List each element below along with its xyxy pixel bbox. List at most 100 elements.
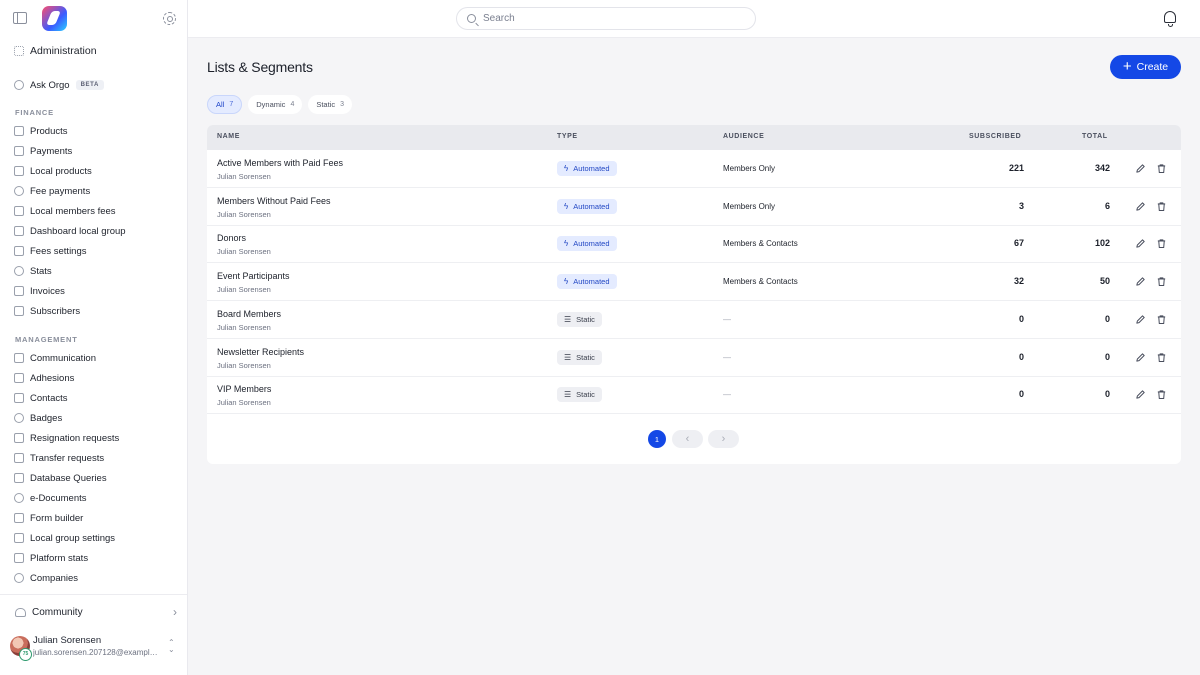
sidebar-item-local-products[interactable]: Local products: [14, 163, 92, 179]
search-input[interactable]: [483, 13, 733, 24]
sidebar-item-badges[interactable]: Badges: [14, 410, 62, 426]
table-row[interactable]: Event Participants Julian Sorensen ϟ Automa…: [207, 263, 1181, 302]
user-menu[interactable]: 75 Julian Sorensen julian.sorensen.20712…: [10, 632, 180, 662]
grid-icon: [14, 46, 24, 56]
sidebar-item-local-members-fees[interactable]: Local members fees: [14, 203, 116, 219]
next-page-button[interactable]: ›: [708, 430, 739, 448]
sidebar-item-community[interactable]: Community ›: [15, 604, 177, 620]
sidebar-item-products[interactable]: Products: [14, 123, 68, 139]
sidebar-item-label: Fee payments: [30, 185, 91, 197]
list-name[interactable]: Newsletter Recipients: [217, 347, 304, 357]
edit-icon[interactable]: [1135, 276, 1146, 287]
filter-tab-count: 4: [290, 101, 295, 108]
table-row[interactable]: Donors Julian Sorensen ϟ Automated Members &…: [207, 225, 1181, 264]
trash-icon[interactable]: [1156, 314, 1167, 325]
sidebar-item-subscribers[interactable]: Subscribers: [14, 303, 80, 319]
filter-tab-dynamic[interactable]: Dynamic 4: [248, 95, 303, 114]
subscribed-count: 221: [1008, 163, 1024, 173]
orgo-logo[interactable]: [42, 6, 67, 31]
sidebar-item-fee-payments[interactable]: Fee payments: [14, 183, 90, 199]
column-header-subscribed[interactable]: SUBSCRIBED: [969, 133, 1021, 140]
create-button[interactable]: + Create: [1110, 55, 1181, 79]
filter-tab-static[interactable]: Static 3: [308, 95, 353, 114]
sidebar-item-label: Transfer requests: [30, 452, 105, 464]
audience-value: Members Only: [723, 164, 776, 173]
sidebar-item-label: Products: [30, 125, 68, 137]
trash-icon[interactable]: [1156, 238, 1167, 249]
total-count: 102: [1094, 238, 1110, 249]
type-badge-label: Automated: [573, 277, 610, 287]
communication-icon: [14, 353, 24, 363]
sidebar-item-resignation-requests[interactable]: Resignation requests: [14, 430, 119, 446]
sidebar-item-local-group-settings[interactable]: Local group settings: [14, 530, 115, 546]
column-header-audience[interactable]: AUDIENCE: [723, 133, 764, 140]
badges-icon: [14, 413, 24, 423]
trash-icon[interactable]: [1156, 389, 1167, 400]
gear-icon[interactable]: [163, 12, 176, 25]
type-badge: ☰ Static: [557, 311, 602, 327]
list-name[interactable]: VIP Members: [217, 384, 271, 394]
sidebar-item-e-documents[interactable]: e-Documents: [14, 490, 87, 506]
prev-page-button[interactable]: ‹: [672, 430, 703, 448]
sidebar-item-contacts[interactable]: Contacts: [14, 390, 68, 406]
trash-icon[interactable]: [1156, 163, 1167, 174]
column-header-name[interactable]: NAME: [217, 133, 240, 140]
sidebar-item-label: Payments: [30, 145, 73, 157]
sidebar-item-label: Fees settings: [30, 245, 87, 257]
trash-icon[interactable]: [1156, 352, 1167, 363]
filter-tab-label: Dynamic: [256, 100, 286, 109]
avatar-status-badge: 75: [19, 648, 32, 661]
user-email: julian.sorensen.207128@example.com: [33, 648, 161, 657]
sidebar-item-form-builder[interactable]: Form builder: [14, 510, 83, 526]
sidebar-item-communication[interactable]: Communication: [14, 350, 96, 366]
adhesions-icon: [14, 373, 24, 383]
page-number-button[interactable]: 1: [648, 430, 666, 448]
edit-icon[interactable]: [1135, 389, 1146, 400]
total-count: 0: [1104, 313, 1110, 324]
table-row[interactable]: Newsletter Recipients Julian Sorensen ☰ Sta…: [207, 339, 1181, 377]
sidebar-item-label: e-Documents: [30, 492, 87, 504]
sidebar-item-companies[interactable]: Companies: [14, 570, 78, 586]
table-row[interactable]: VIP Members Julian Sorensen ☰ Static — 0 0: [207, 376, 1181, 415]
list-name[interactable]: Members Without Paid Fees: [217, 196, 331, 206]
sidebar-item-dashboard-local-group[interactable]: Dashboard local group: [14, 223, 126, 239]
sidebar-item-label: Local group settings: [30, 532, 116, 544]
edit-icon[interactable]: [1135, 314, 1146, 325]
list-name[interactable]: Board Members: [217, 309, 281, 319]
subscribed-count: 0: [1018, 351, 1024, 362]
column-header-total[interactable]: TOTAL: [1082, 133, 1108, 140]
sidebar-item-adhesions[interactable]: Adhesions: [14, 370, 74, 386]
filter-tab-all[interactable]: All 7: [207, 95, 243, 114]
table-row[interactable]: Active Members with Paid Fees Julian Sore…: [207, 150, 1181, 188]
form-builder-icon: [14, 513, 24, 523]
sidebar-toggle-icon[interactable]: [13, 12, 27, 24]
sidebar-item-platform-stats[interactable]: Platform stats: [14, 550, 88, 566]
sidebar-item-administration[interactable]: Administration: [14, 43, 97, 59]
edit-icon[interactable]: [1135, 238, 1146, 249]
edit-icon[interactable]: [1135, 201, 1146, 212]
list-owner: Julian Sorensen: [217, 172, 271, 181]
sidebar-item-fees-settings[interactable]: Fees settings: [14, 243, 87, 259]
search-bar[interactable]: [456, 7, 756, 30]
column-header-type[interactable]: TYPE: [557, 133, 578, 140]
top-bar: [188, 0, 1200, 38]
sidebar-item-invoices[interactable]: Invoices: [14, 283, 65, 299]
sidebar-item-payments[interactable]: Payments: [14, 143, 72, 159]
sidebar-item-database-queries[interactable]: Database Queries: [14, 470, 107, 486]
bell-icon[interactable]: [1164, 11, 1176, 27]
list-owner: Julian Sorensen: [217, 360, 271, 370]
list-name[interactable]: Event Participants: [217, 271, 290, 281]
table-row[interactable]: Members Without Paid Fees Julian Sorensen…: [207, 188, 1181, 226]
sidebar-item-stats[interactable]: Stats: [14, 263, 52, 279]
sidebar-item-transfer-requests[interactable]: Transfer requests: [14, 450, 104, 466]
trash-icon[interactable]: [1156, 201, 1167, 212]
trash-icon[interactable]: [1156, 276, 1167, 287]
sidebar-item-ask-orgo[interactable]: Ask Orgo BETA: [14, 77, 104, 93]
table-row[interactable]: Board Members Julian Sorensen ☰ Static — 0 0: [207, 301, 1181, 339]
list-name[interactable]: Donors: [217, 233, 246, 243]
edit-icon[interactable]: [1135, 163, 1146, 174]
type-badge: ϟ Automated: [557, 198, 617, 214]
edit-icon[interactable]: [1135, 352, 1146, 363]
sidebar-item-label: Ask Orgo: [30, 79, 70, 91]
list-name[interactable]: Active Members with Paid Fees: [217, 158, 343, 168]
